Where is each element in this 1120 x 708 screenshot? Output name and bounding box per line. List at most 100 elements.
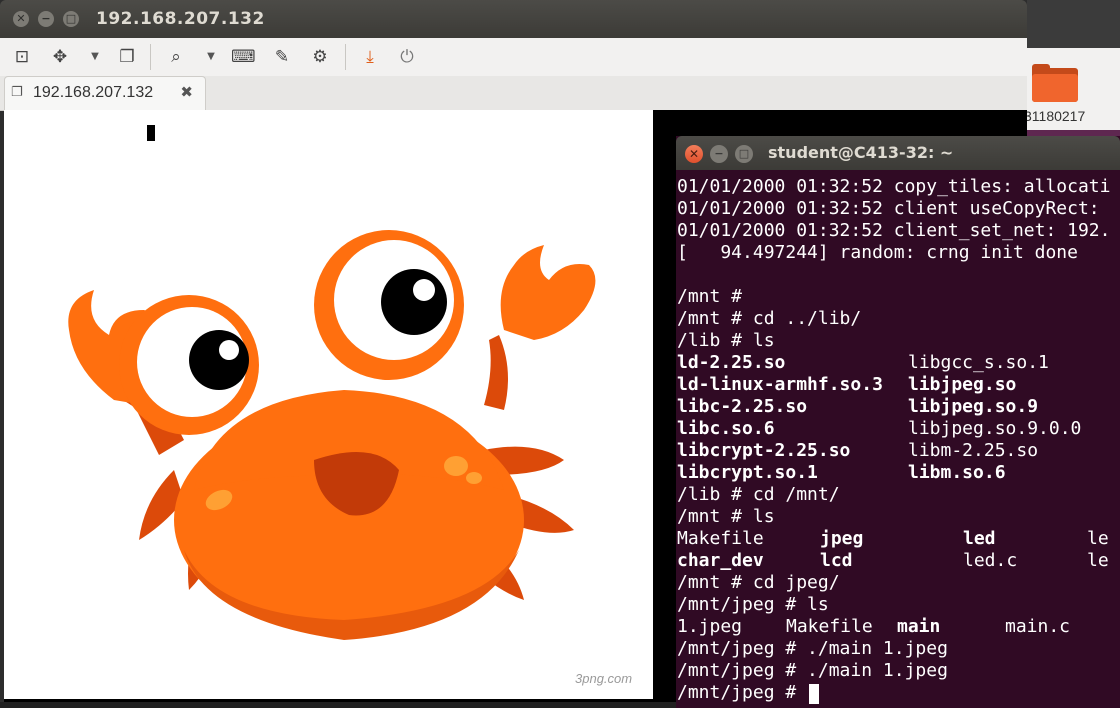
terminal-line: 01/01/2000 01:32:52 client useCopyRect:	[677, 198, 1120, 220]
terminal-line: /mnt/jpeg # ls	[677, 594, 1120, 616]
viewer-tabbar: ❐ 192.168.207.132 ✖	[0, 76, 1027, 111]
terminal-text: /mnt/jpeg #	[677, 682, 808, 703]
terminal-line: libc.so.6 libjpeg.so.9.0.0	[677, 418, 1120, 440]
terminal-text: /mnt # ls	[677, 506, 775, 527]
terminal-text: /mnt #	[677, 286, 743, 307]
terminal-titlebar[interactable]: ✕ − □ student@C413-32: ~	[676, 136, 1120, 170]
terminal-text: main	[897, 616, 941, 637]
framebuffer-cursor	[147, 125, 155, 141]
terminal-text: libm-2.25.so	[908, 440, 1039, 461]
terminal-line: /lib # ls	[677, 330, 1120, 352]
download-icon[interactable]: ⤓	[358, 45, 382, 69]
folder-icon[interactable]	[1032, 64, 1078, 102]
terminal-text: lcd	[820, 550, 853, 571]
terminal-text: /mnt/jpeg # ls	[677, 594, 829, 615]
terminal-title: student@C413-32: ~	[768, 143, 954, 162]
crab-illustration	[68, 230, 596, 640]
terminal-minimize-button[interactable]: −	[710, 145, 728, 163]
terminal-text: libjpeg.so	[908, 374, 1017, 395]
desktop-top-panel	[1027, 0, 1120, 48]
terminal-text: libc-2.25.so	[677, 396, 808, 417]
tab-label: 192.168.207.132	[33, 84, 154, 101]
terminal-line: char_dev lcd led.c le	[677, 550, 1120, 572]
terminal-text: Makefile	[786, 616, 873, 637]
settings-icon[interactable]: ⚙	[308, 45, 332, 69]
toolbar-divider	[150, 44, 151, 70]
terminal-line: /mnt/jpeg # ./main 1.jpeg	[677, 638, 1120, 660]
terminal-text: 1.jpeg	[677, 616, 743, 637]
preferences-icon[interactable]: ✎	[270, 45, 294, 69]
terminal-text: 01/01/2000 01:32:52 client_set_net: 192.	[677, 220, 1111, 241]
window-minimize-button[interactable]: −	[38, 11, 54, 27]
terminal-text: le	[1087, 528, 1109, 549]
window-close-button[interactable]: ✕	[13, 11, 29, 27]
terminal-line: ld-2.25.so libgcc_s.so.1	[677, 352, 1120, 374]
keyboard-icon[interactable]: ⌨	[231, 45, 256, 69]
terminal-text: libm.so.6	[908, 462, 1006, 483]
terminal-text: ld-2.25.so	[677, 352, 786, 373]
toolbar-divider	[345, 44, 346, 70]
terminal-text: libjpeg.so.9	[908, 396, 1039, 417]
terminal-line: 1.jpeg Makefile main main.c	[677, 616, 1120, 638]
terminal-line: [ 94.497244] random: crng init done	[677, 242, 1120, 264]
terminal-text: [ 94.497244] random: crng init done	[677, 242, 1078, 263]
terminal-line: /mnt #	[677, 286, 1120, 308]
terminal-cursor	[809, 684, 819, 704]
terminal-text: char_dev	[677, 550, 764, 571]
terminal-text: libcrypt-2.25.so	[677, 440, 851, 461]
terminal-text: libc.so.6	[677, 418, 775, 439]
tab-remote-session[interactable]: ❐ 192.168.207.132 ✖	[4, 76, 206, 111]
terminal-line: 01/01/2000 01:32:52 copy_tiles: allocati	[677, 176, 1120, 198]
terminal-line: /mnt # ls	[677, 506, 1120, 528]
image-watermark: 3png.com	[575, 671, 633, 686]
terminal-line: libcrypt.so.1 libm.so.6	[677, 462, 1120, 484]
terminal-line: /mnt # cd jpeg/	[677, 572, 1120, 594]
monitor-icon[interactable]: ❐	[115, 45, 139, 69]
viewer-toolbar: ⊡ ✥ ▼ ❐ ⌕ ▼ ⌨ ✎ ⚙ ⤓ ⏻	[0, 38, 1027, 77]
terminal-maximize-button[interactable]: □	[735, 145, 753, 163]
terminal-line: /lib # cd /mnt/	[677, 484, 1120, 506]
zoom-icon[interactable]: ⌕	[164, 45, 188, 69]
terminal-text: /lib # cd /mnt/	[677, 484, 840, 505]
monitor-icon: ❐	[11, 85, 23, 100]
terminal-text: /mnt/jpeg # ./main 1.jpeg	[677, 660, 948, 681]
terminal-text: /mnt/jpeg # ./main 1.jpeg	[677, 638, 948, 659]
close-icon[interactable]: ✖	[180, 83, 193, 101]
remote-image-display: 3png.com	[4, 110, 653, 699]
terminal-text: 01/01/2000 01:32:52 client useCopyRect:	[677, 198, 1111, 219]
terminal-line: /mnt # cd ../lib/	[677, 308, 1120, 330]
fullscreen-icon[interactable]: ⊡	[10, 45, 34, 69]
viewer-titlebar[interactable]: ✕ − □ 192.168.207.132	[0, 0, 1027, 38]
terminal-line: libcrypt-2.25.so libm-2.25.so	[677, 440, 1120, 462]
terminal-text: libjpeg.so.9.0.0	[908, 418, 1082, 439]
terminal-line: /mnt/jpeg # ./main 1.jpeg	[677, 660, 1120, 682]
fit-window-icon[interactable]: ✥	[48, 45, 72, 69]
chevron-down-icon[interactable]: ▼	[89, 45, 101, 69]
terminal-text: main.c	[1005, 616, 1071, 637]
terminal-text: /lib # ls	[677, 330, 775, 351]
terminal-text: Makefile	[677, 528, 764, 549]
terminal-text: libgcc_s.so.1	[908, 352, 1049, 373]
terminal-text: led	[963, 528, 996, 549]
terminal-close-button[interactable]: ✕	[685, 145, 703, 163]
terminal-text: /mnt # cd jpeg/	[677, 572, 840, 593]
disconnect-icon[interactable]: ⏻	[395, 45, 419, 69]
terminal-line: Makefile jpeg led le	[677, 528, 1120, 550]
terminal-line: ld-linux-armhf.so.3 libjpeg.so	[677, 374, 1120, 396]
chevron-down-icon[interactable]: ▼	[205, 45, 217, 69]
terminal-text: /mnt # cd ../lib/	[677, 308, 862, 329]
terminal-output[interactable]: 01/01/2000 01:32:52 copy_tiles: allocati…	[677, 170, 1120, 708]
viewer-window-title: 192.168.207.132	[96, 9, 265, 29]
window-maximize-button[interactable]: □	[63, 11, 79, 27]
terminal-text: le	[1087, 550, 1109, 571]
terminal-text: jpeg	[820, 528, 864, 549]
terminal-line: libc-2.25.so libjpeg.so.9	[677, 396, 1120, 418]
terminal-text: led.c	[963, 550, 1018, 571]
terminal-text: 01/01/2000 01:32:52 copy_tiles: allocati	[677, 176, 1111, 197]
terminal-text: libcrypt.so.1	[677, 462, 818, 483]
terminal-line: 01/01/2000 01:32:52 client_set_net: 192.	[677, 220, 1120, 242]
terminal-window[interactable]: ✕ − □ student@C413-32: ~ 01/01/2000 01:3…	[676, 136, 1120, 708]
folder-label[interactable]: 31180217	[1024, 108, 1085, 124]
terminal-text: ld-linux-armhf.so.3	[677, 374, 883, 395]
